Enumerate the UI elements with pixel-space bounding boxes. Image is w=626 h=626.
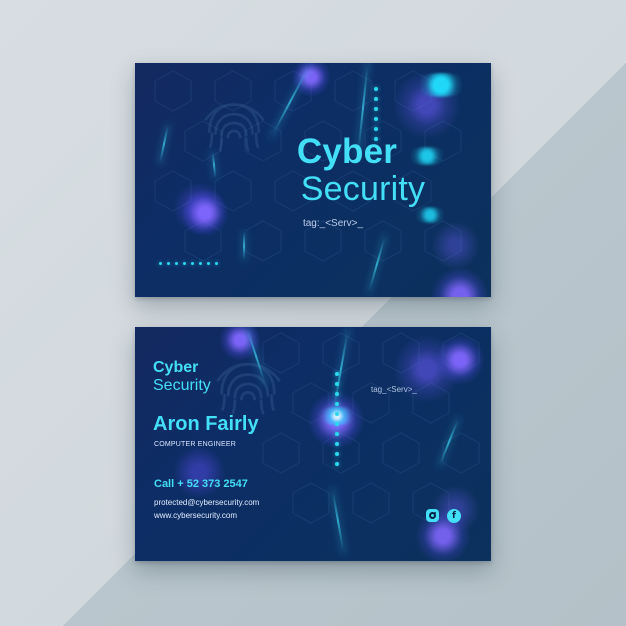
facebook-icon: f — [447, 509, 461, 523]
front-title-security: Security — [300, 170, 426, 208]
email-address: protected@cybersecurity.com — [154, 498, 260, 507]
back-dot-column — [335, 372, 339, 466]
front-dot-line — [159, 262, 218, 265]
back-logo-security: Security — [153, 377, 211, 394]
phone-number: Call + 52 373 2547 — [154, 478, 248, 490]
front-glow-bottom-right — [411, 207, 449, 223]
person-role: COMPUTER ENGINEER — [154, 441, 236, 448]
back-purple-orb-top-right — [435, 335, 485, 385]
back-logo-cyber: Cyber — [153, 359, 199, 376]
website-address: www.cybersecurity.com — [154, 511, 237, 520]
back-streak-4 — [437, 416, 461, 468]
front-streak-4 — [158, 123, 170, 165]
front-title-cyber: Cyber — [296, 132, 398, 171]
front-tag-text: tag:_<Serv>_ — [302, 218, 364, 229]
front-glow-top-right — [413, 73, 469, 97]
front-streak-3 — [367, 233, 387, 295]
instagram-icon — [426, 509, 439, 522]
business-card-back: Cyber Security tag_<Serv>_ Aron Fairly C… — [135, 327, 491, 561]
social-icons: f — [426, 509, 461, 523]
front-purple-orb-bottom — [431, 267, 489, 297]
business-card-front: Cyber Security tag:_<Serv>_ — [135, 63, 491, 297]
back-tag-text: tag_<Serv>_ — [371, 385, 417, 394]
person-name: Aron Fairly — [153, 413, 259, 435]
front-purple-orb-top — [291, 63, 331, 97]
back-streak-3 — [331, 487, 345, 555]
front-streak-6 — [243, 231, 245, 261]
